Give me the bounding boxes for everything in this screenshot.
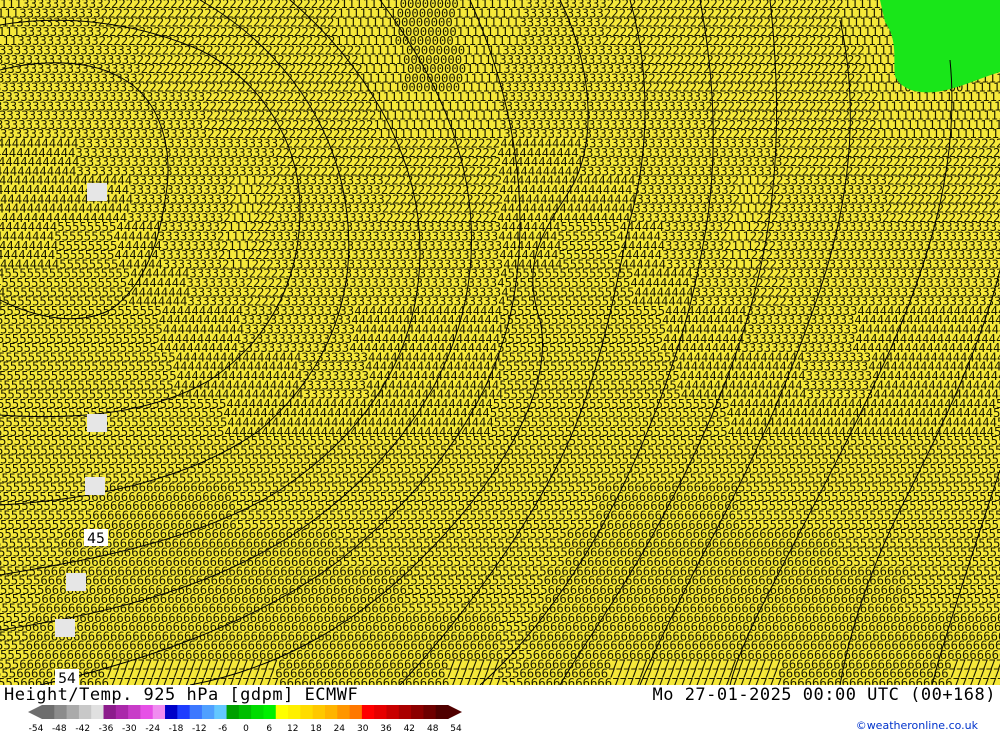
colorbar-cell xyxy=(349,705,363,719)
colorbar-cell xyxy=(226,705,240,719)
colorbar-tick-label: -36 xyxy=(99,724,114,733)
colorbar-cell xyxy=(374,705,387,719)
colorbar-cell xyxy=(189,705,203,719)
colorbar-cell xyxy=(324,705,338,719)
colorbar-cell xyxy=(288,705,301,719)
colorbar-tick-label: 6 xyxy=(266,724,272,733)
colorbar-tick-labels: -54 -48 -42 -36 -30 -24 -18 -12 -6 0 6 12 18 24 30 36 42… xyxy=(29,724,462,733)
map-footer: Height/Temp. 925 hPa [gdpm] ECMWF Mo 27-… xyxy=(0,685,1000,733)
colorbar-tick-label: 0 xyxy=(243,724,249,733)
colorbar-cell xyxy=(275,705,289,719)
colorbar-cell xyxy=(312,705,326,719)
contour-label: 45 xyxy=(84,529,108,547)
colorbar-tick-label: 12 xyxy=(287,724,298,733)
digit-row: 5556666666666667777777777777777777777766… xyxy=(0,676,1000,685)
colorbar-cell xyxy=(263,705,277,719)
colorbar-cell xyxy=(152,705,166,719)
station-marker xyxy=(66,573,86,591)
colorbar-cell xyxy=(361,705,375,719)
colorbar-cell xyxy=(140,705,154,719)
colorbar-cell xyxy=(423,705,437,719)
colorbar-cell xyxy=(435,705,449,719)
colorbar-cell xyxy=(54,705,68,719)
station-marker xyxy=(87,183,107,201)
colorbar-cell xyxy=(214,705,228,719)
station-marker xyxy=(85,477,105,495)
colorbar-tick-label: -18 xyxy=(169,724,184,733)
colorbar-cell xyxy=(91,705,105,719)
colorbar-tick-label: -30 xyxy=(122,724,137,733)
colorbar-cell xyxy=(165,705,178,719)
forecast-time: Mo 27-01-2025 00:00 UTC (00+168) xyxy=(652,685,996,705)
colorbar-tick-label: 36 xyxy=(380,724,392,733)
colorbar-cell xyxy=(337,705,351,719)
temperature-colorbar: -54 -48 -42 -36 -30 -24 -18 -12 -6 0 6 12 18 24 30 36 42… xyxy=(28,705,462,733)
map-canvas[interactable]: 1113333333333322222222222222222222222222… xyxy=(0,0,1000,685)
colorbar-cell xyxy=(66,705,80,719)
colorbar-cells xyxy=(28,705,462,719)
colorbar-cell xyxy=(201,705,215,719)
colorbar-tick-label: 18 xyxy=(310,724,322,733)
colorbar-cell xyxy=(115,705,129,719)
colorbar-tick-label: -48 xyxy=(52,724,67,733)
colorbar-tick-label: -6 xyxy=(218,724,227,733)
credit-link[interactable]: ©weatheronline.co.uk xyxy=(856,719,978,732)
colorbar-cell xyxy=(398,705,412,719)
colorbar-cell xyxy=(238,705,252,719)
weather-map[interactable]: 1113333333333322222222222222222222222222… xyxy=(0,0,1000,685)
colorbar-right-arrow xyxy=(448,705,462,719)
station-marker xyxy=(87,414,107,432)
svg-text:54: 54 xyxy=(58,671,76,685)
colorbar-cell xyxy=(386,705,400,719)
colorbar-tick-label: 42 xyxy=(404,724,415,733)
svg-text:45: 45 xyxy=(87,531,105,547)
station-marker xyxy=(55,619,75,637)
contour-label: 54 xyxy=(55,669,79,685)
colorbar-tick-label: 54 xyxy=(450,724,462,733)
colorbar-tick-label: -12 xyxy=(192,724,207,733)
colorbar-tick-label: 30 xyxy=(357,724,369,733)
colorbar-left-arrow xyxy=(28,705,42,719)
colorbar-cell xyxy=(411,705,424,719)
colorbar-tick-label: 48 xyxy=(427,724,439,733)
colorbar-cell xyxy=(177,705,191,719)
colorbar-cell xyxy=(128,705,141,719)
colorbar-tick-label: -54 xyxy=(29,724,44,733)
colorbar-cell xyxy=(42,705,55,719)
colorbar-tick-label: 24 xyxy=(334,724,346,733)
colorbar-tick-label: -24 xyxy=(145,724,160,733)
colorbar-cell xyxy=(78,705,92,719)
map-title: Height/Temp. 925 hPa [gdpm] ECMWF xyxy=(4,685,359,705)
colorbar-cell xyxy=(251,705,264,719)
colorbar-cell xyxy=(300,705,314,719)
colorbar-tick-label: -42 xyxy=(75,724,90,733)
colorbar-cell xyxy=(103,705,117,719)
